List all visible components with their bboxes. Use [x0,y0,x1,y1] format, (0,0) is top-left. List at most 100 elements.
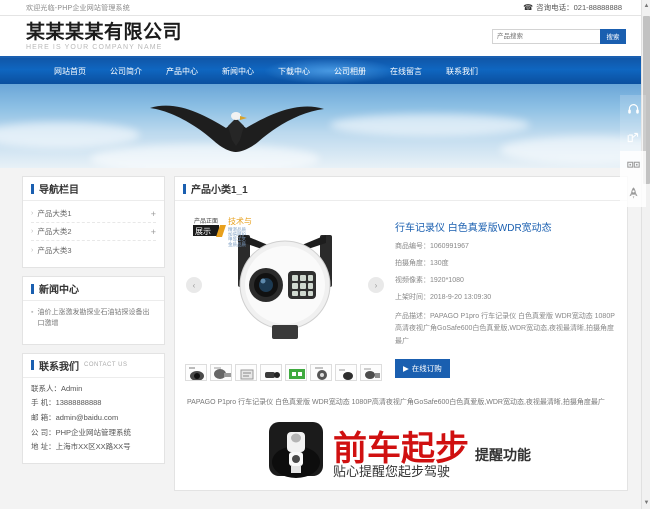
news-item-label: 油价上涨激发勘探业石油钻探设备出口激增 [37,309,150,327]
accent-bar-icon [183,183,186,194]
sidebar-news-body: ▪ 油价上涨激发勘探业石油钻探设备出口激增 [23,301,164,344]
svg-text:产品正面: 产品正面 [194,217,218,225]
sidebar-news-header: 新闻中心 [23,277,164,301]
thumbnail-2[interactable] [210,364,232,381]
floating-share-button[interactable] [620,123,646,151]
site-logo[interactable]: 某某某某有限公司 HERE IS YOUR COMPANY NAME [26,21,182,51]
logo-title-en: HERE IS YOUR COMPANY NAME [26,43,163,51]
floating-headset-button[interactable] [620,95,646,123]
page-scrollbar[interactable]: ▲ ▼ [641,0,650,509]
content-area: 产品小类1_1 产品正面 展示 技术与 精湛品质 加倍呵护 甲等工艺 金质品质 … [174,176,628,492]
contact-person: 联系人：Admin [31,383,83,393]
product-body: 产品正面 展示 技术与 精湛品质 加倍呵护 甲等工艺 金质品质 ‹ › 行车记录… [175,201,627,391]
main-navigation: 网站首页 公司简介 产品中心 新闻中心 下载中心 公司相册 在线留言 联系我们 [0,58,650,84]
scroll-up-arrow-icon[interactable]: ▲ [642,1,650,11]
contact-email: 邮 箱：admin@baidu.com [31,412,119,422]
sidebar-contact-title-en: CONTACT US [84,362,128,369]
svg-text:展示: 展示 [195,227,211,236]
nav-item-message[interactable]: 在线留言 [378,66,434,77]
accent-bar-icon [31,183,34,194]
product-spec-code: 商品编号：1060991967 [395,243,469,250]
thumbnail-3[interactable] [235,364,257,381]
thumbnail-8[interactable] [360,364,382,381]
nav-item-home[interactable]: 网站首页 [42,66,98,77]
sidebar-contact-panel: 联系我们 CONTACT US 联系人：Admin 手 机：1388888888… [22,352,165,464]
svg-text:提醒功能: 提醒功能 [475,447,531,463]
expand-plus-icon[interactable]: + [151,227,156,237]
thumbnail-7[interactable] [335,364,357,381]
promo-badge-icon: 产品正面 展示 技术与 精湛品质 加倍呵护 甲等工艺 金质品质 [193,216,252,248]
expand-plus-icon[interactable]: + [151,209,156,219]
accent-bar-icon [31,360,34,371]
accent-bar-icon [31,283,34,294]
sidebar-nav-title: 导航栏目 [39,185,79,196]
play-triangle-icon: ▶ [403,363,409,373]
gallery-prev-button[interactable]: ‹ [186,277,202,293]
sidebar-item-category-2[interactable]: › 产品大类2 + [31,223,156,241]
main-layout: 导航栏目 › 产品大类1 + › 产品大类2 + › 产品大类3 新闻中心 ▪ … [0,168,650,492]
svg-text:前车起步: 前车起步 [333,430,469,468]
nav-item-gallery[interactable]: 公司相册 [322,66,378,77]
product-thumbnail-strip [185,364,385,381]
chevron-right-icon: › [31,210,34,217]
contact-mobile: 手 机：13888888888 [31,398,102,408]
category-label: 产品大类1 [37,209,72,218]
online-order-label: 在线订购 [411,363,442,373]
phone-icon: ☎ [523,2,534,12]
share-icon [627,132,638,142]
nav-item-about[interactable]: 公司简介 [98,66,154,77]
rocket-icon [628,187,638,199]
front-car-start-banner-icon: 前车起步 提醒功能 贴心提醒您起步驾驶 [269,422,531,479]
news-list-item[interactable]: ▪ 油价上涨激发勘探业石油钻探设备出口激增 [31,305,156,336]
product-spec-angle: 拍摄角度：130度 [395,260,449,267]
category-label: 产品大类3 [37,245,72,255]
svg-text:贴心提醒您起步驾驶: 贴心提醒您起步驾驶 [333,464,450,479]
floating-backtotop-button[interactable] [620,179,646,207]
contact-company: 公 司：PHP企业网站管理系统 [31,427,132,437]
site-header: 某某某某有限公司 HERE IS YOUR COMPANY NAME 搜索 [0,16,650,58]
headset-icon [627,103,639,114]
floating-sidebar [620,95,646,207]
product-description: 产品描述：PAPAGO P1pro 行车记录仪 白色真爱版 WDR宽动态 108… [395,313,615,345]
online-order-button[interactable]: ▶ 在线订购 [395,358,450,378]
nav-item-download[interactable]: 下载中心 [266,66,322,77]
thumbnail-1[interactable] [185,364,207,381]
search-box: 搜索 [492,28,626,44]
sidebar-news-title: 新闻中心 [39,285,79,296]
svg-text:技术与: 技术与 [228,216,252,226]
welcome-text: 欢迎光临-PHP企业网站管理系统 [26,4,130,12]
page-root: 欢迎光临-PHP企业网站管理系统 ☎ 咨询电话：021-88888888 某某某… [0,0,650,509]
thumbnail-6[interactable] [310,364,332,381]
product-spec-pixel: 视频像素：1920*1080 [395,277,464,284]
thumbnail-5[interactable] [285,364,307,381]
consult-phone-label: 咨询电话：021-88888888 [536,3,622,12]
thumbnail-4[interactable] [260,364,282,381]
sidebar-item-category-3[interactable]: › 产品大类3 [31,241,156,259]
gallery-next-button[interactable]: › [368,277,384,293]
nav-item-contact[interactable]: 联系我们 [434,66,490,77]
contact-address: 地 址：上海市XX区XX路XX号 [31,442,131,452]
sidebar-contact-body: 联系人：Admin 手 机：13888888888 邮 箱：admin@baid… [23,378,164,463]
logo-title-cn: 某某某某有限公司 [26,22,183,44]
product-detail-banner: 前车起步 提醒功能 贴心提醒您起步驾驶 [175,416,627,490]
sidebar-contact-header: 联系我们 CONTACT US [23,354,164,378]
sidebar-nav-body: › 产品大类1 + › 产品大类2 + › 产品大类3 [23,201,164,267]
product-gallery: 产品正面 展示 技术与 精湛品质 加倍呵护 甲等工艺 金质品质 ‹ › [185,211,385,381]
hero-banner [0,84,650,168]
search-input[interactable] [492,28,600,44]
search-button[interactable]: 搜索 [600,28,626,44]
floating-qrcode-button[interactable] [620,151,646,179]
product-category-title: 产品小类1_1 [191,185,248,196]
nav-item-products[interactable]: 产品中心 [154,66,210,77]
sidebar-news-panel: 新闻中心 ▪ 油价上涨激发勘探业石油钻探设备出口激增 [22,276,165,345]
sidebar-nav-panel: 导航栏目 › 产品大类1 + › 产品大类2 + › 产品大类3 [22,176,165,268]
product-main-image[interactable]: 产品正面 展示 技术与 精湛品质 加倍呵护 甲等工艺 金质品质 ‹ › [185,211,385,359]
chevron-right-icon: › [31,228,34,235]
nav-item-news[interactable]: 新闻中心 [210,66,266,77]
product-spec-time: 上架时间：2018-9-20 13:09:30 [395,294,492,301]
sidebar-nav-header: 导航栏目 [23,177,164,201]
sidebar-item-category-1[interactable]: › 产品大类1 + [31,205,156,223]
product-info: 行车记录仪 白色真爱版WDR宽动态 商品编号：1060991967 拍摄角度：1… [395,211,615,381]
scroll-down-arrow-icon[interactable]: ▼ [642,498,650,508]
svg-text:金质品质: 金质品质 [228,241,246,248]
